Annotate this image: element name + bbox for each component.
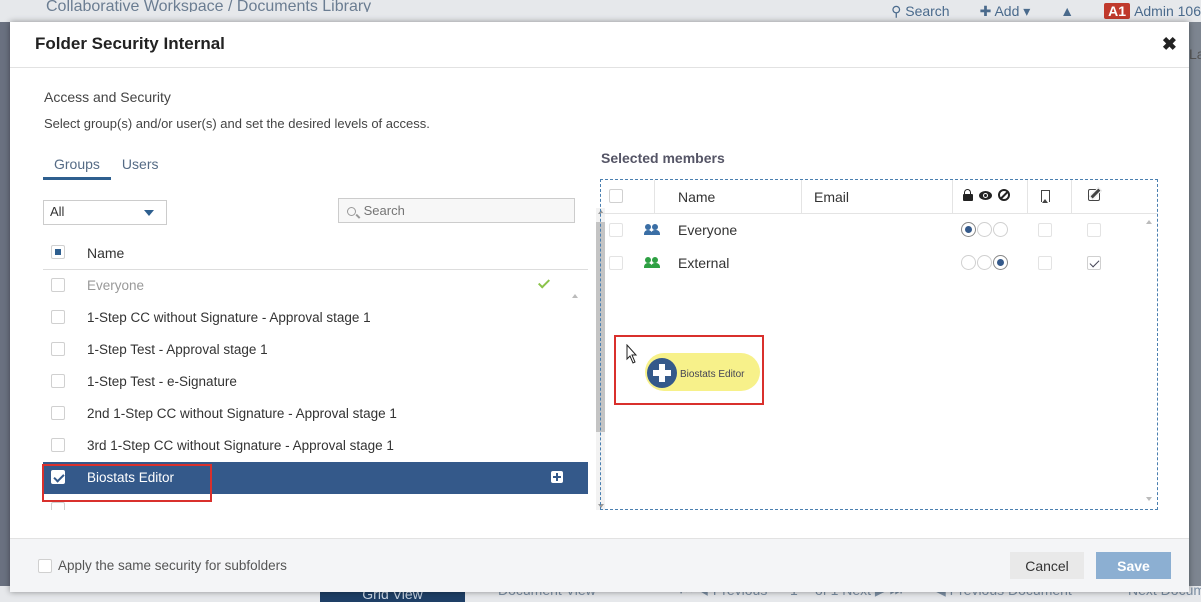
chevron-down-icon: [144, 210, 154, 216]
group-row[interactable]: 1-Step CC without Signature - Approval s…: [43, 302, 588, 334]
group-name: 3rd 1-Step CC without Signature - Approv…: [87, 438, 394, 453]
dialog-footer: Apply the same security for subfolders C…: [10, 538, 1189, 592]
column-divider[interactable]: [1027, 180, 1028, 214]
plus-circle-icon: [647, 358, 677, 388]
cancel-button[interactable]: Cancel: [1010, 552, 1084, 579]
column-divider: [654, 180, 655, 214]
group-checkbox[interactable]: [51, 406, 65, 420]
search-icon: [347, 207, 356, 216]
tab-users[interactable]: Users: [111, 152, 170, 180]
dialog-title: Folder Security Internal: [35, 34, 225, 53]
access-level-radios: [961, 255, 1008, 270]
group-list-header: Name: [43, 236, 588, 270]
group-name: 1-Step CC without Signature - Approval s…: [87, 310, 371, 325]
group-name: 1-Step Test - Approval stage 1: [87, 342, 268, 357]
annotation-highlight-box: [42, 464, 212, 502]
member-row[interactable]: Everyone: [601, 214, 1157, 247]
access-full-radio[interactable]: [961, 222, 976, 237]
select-all-members-checkbox[interactable]: [609, 189, 623, 203]
scroll-up-icon[interactable]: [1146, 220, 1152, 224]
access-read-radio[interactable]: [977, 255, 992, 270]
access-deny-radio[interactable]: [993, 255, 1008, 270]
access-level-header: [963, 189, 1010, 201]
access-description: Select group(s) and/or user(s) and set t…: [44, 116, 430, 131]
group-row[interactable]: Everyone: [43, 270, 588, 302]
nav-add[interactable]: ✚ Add ▾: [980, 3, 1031, 20]
group-checkbox[interactable]: [51, 374, 65, 388]
close-icon[interactable]: ✖: [1162, 34, 1177, 55]
access-title: Access and Security: [44, 89, 171, 105]
background-peek-text: La: [1189, 46, 1201, 62]
list-scroll-up-icon[interactable]: [572, 294, 578, 298]
edit-icon: [1088, 189, 1100, 201]
member-checkbox[interactable]: [609, 223, 623, 237]
drag-ghost-label: Biostats Editor: [680, 369, 745, 380]
selected-members-title: Selected members: [601, 150, 725, 166]
column-divider[interactable]: [1071, 180, 1072, 214]
group-checkbox[interactable]: [51, 278, 65, 292]
group-checkbox[interactable]: [51, 438, 65, 452]
group-row[interactable]: 1-Step Test - e-Signature: [43, 366, 588, 398]
user-badge: A1: [1104, 3, 1131, 19]
save-button[interactable]: Save: [1096, 552, 1171, 579]
lock-icon: [963, 189, 973, 201]
dialog-header: Folder Security Internal ✖: [10, 22, 1189, 68]
app-left-strip: [0, 22, 10, 592]
bell-icon[interactable]: ▲: [1060, 3, 1074, 20]
nav-search[interactable]: ⚲ Search: [891, 3, 950, 20]
app-top-bar: Collaborative Workspace / Documents Libr…: [0, 0, 1201, 22]
bookmark-checkbox[interactable]: [1038, 223, 1052, 237]
name-column-header: Name: [87, 245, 125, 261]
breadcrumb: Collaborative Workspace / Documents Libr…: [46, 0, 372, 12]
group-search-input[interactable]: [363, 203, 464, 218]
check-icon: [537, 276, 551, 289]
scroll-down-icon[interactable]: [1146, 497, 1152, 501]
bookmark-checkbox[interactable]: [1038, 256, 1052, 270]
apply-subfolders-checkbox[interactable]: [38, 559, 52, 573]
add-member-icon[interactable]: [551, 471, 563, 483]
access-level-radios: [961, 222, 1008, 237]
tab-groups[interactable]: Groups: [43, 152, 111, 180]
column-divider[interactable]: [952, 180, 953, 214]
member-name: External: [678, 255, 730, 271]
block-icon: [998, 189, 1010, 201]
group-checkbox[interactable]: [51, 342, 65, 356]
access-read-radio[interactable]: [977, 222, 992, 237]
access-deny-radio[interactable]: [993, 222, 1008, 237]
hand-cursor-icon: [626, 344, 638, 364]
folder-security-dialog: Folder Security Internal ✖ Access and Se…: [10, 22, 1189, 592]
members-table-header: Name Email: [601, 180, 1157, 214]
edit-checkbox[interactable]: [1087, 256, 1101, 270]
select-all-checkbox[interactable]: [51, 245, 65, 259]
top-nav: ⚲ Search ✚ Add ▾ ▲ A1 Admin 106: [861, 3, 1201, 20]
name-column-header: Name: [678, 189, 716, 205]
group-search-field[interactable]: [338, 198, 575, 223]
member-name: Everyone: [678, 222, 738, 238]
group-checkbox[interactable]: [51, 310, 65, 324]
group-name: 2nd 1-Step CC without Signature - Approv…: [87, 406, 397, 421]
eye-icon: [979, 190, 992, 200]
group-filter-select[interactable]: All: [43, 200, 167, 225]
member-row[interactable]: External: [601, 247, 1157, 280]
group-people-icon: [644, 257, 660, 269]
group-checkbox[interactable]: [51, 502, 65, 510]
group-people-icon: [644, 224, 660, 236]
edit-checkbox[interactable]: [1087, 223, 1101, 237]
member-tabs: Groups Users: [43, 152, 169, 180]
group-name: 1-Step Test - e-Signature: [87, 374, 237, 389]
access-full-radio[interactable]: [961, 255, 976, 270]
apply-subfolders-label[interactable]: Apply the same security for subfolders: [58, 558, 287, 573]
column-divider[interactable]: [801, 180, 802, 214]
member-checkbox[interactable]: [609, 256, 623, 270]
bookmark-icon: [1041, 190, 1050, 203]
group-name: Everyone: [87, 278, 145, 293]
group-filter-value: All: [50, 204, 65, 219]
email-column-header: Email: [814, 189, 850, 205]
group-row[interactable]: 1-Step Test - Approval stage 1: [43, 334, 588, 366]
group-row[interactable]: 2nd 1-Step CC without Signature - Approv…: [43, 398, 588, 430]
group-row[interactable]: 3rd 1-Step CC without Signature - Approv…: [43, 430, 588, 462]
user-menu[interactable]: A1 Admin 106: [1104, 3, 1201, 20]
